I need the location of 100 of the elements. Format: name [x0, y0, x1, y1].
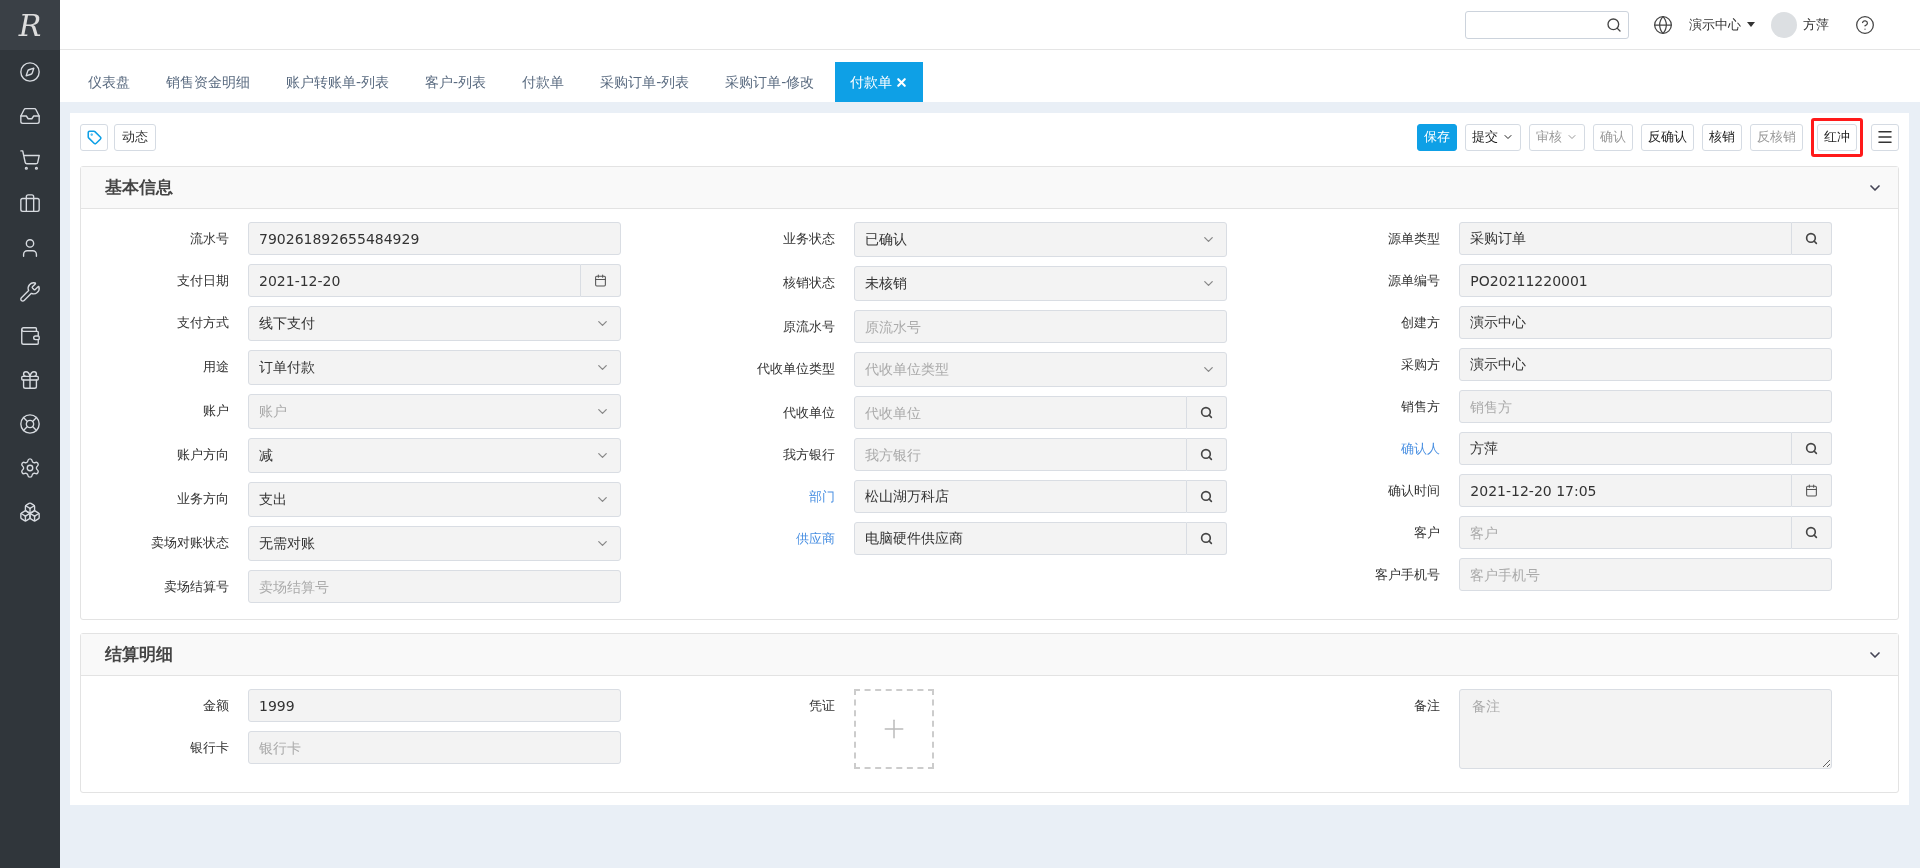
field-label: 账户 — [203, 402, 229, 420]
input-field[interactable]: PO20211220001 — [1459, 264, 1833, 297]
select-field[interactable]: 减 — [248, 438, 621, 473]
notes-field[interactable]: 备注 — [1459, 689, 1833, 769]
field-label: 核销状态 — [782, 274, 835, 292]
field-label: 确认时间 — [1388, 482, 1441, 500]
select-value: 减 — [259, 446, 273, 465]
input-field[interactable]: 2021-12-20 — [248, 264, 581, 297]
select-field[interactable]: 未核销 — [853, 266, 1227, 301]
globe-icon[interactable] — [1653, 14, 1673, 35]
select-field[interactable]: 订单付款 — [248, 350, 621, 385]
close-icon[interactable] — [895, 75, 909, 89]
tab[interactable]: 采购订单-修改 — [710, 62, 830, 102]
input-field[interactable]: 松山湖万科店 — [853, 480, 1187, 513]
field-label: 代收单位 — [782, 404, 835, 422]
field-label: 客户手机号 — [1375, 566, 1441, 584]
field-label: 创建方 — [1401, 314, 1441, 332]
select-field[interactable]: 无需对账 — [248, 526, 621, 561]
search-button[interactable] — [1186, 396, 1227, 429]
search-button[interactable] — [1186, 522, 1227, 555]
select-field[interactable]: 支出 — [248, 482, 621, 517]
input-field[interactable]: 1999 — [248, 689, 621, 722]
input-field[interactable]: 采购订单 — [1459, 222, 1793, 255]
input-field[interactable]: 卖场结算号 — [248, 570, 621, 603]
select-value: 代收单位类型 — [864, 360, 949, 379]
tag-button[interactable] — [80, 123, 108, 151]
tag-icon — [86, 129, 102, 145]
search-button[interactable] — [1792, 222, 1833, 255]
select-value: 订单付款 — [259, 358, 315, 377]
input-field[interactable]: 客户 — [1459, 516, 1793, 549]
search-icon — [1199, 448, 1213, 461]
search-icon — [1805, 442, 1819, 455]
tab[interactable]: 采购订单-列表 — [585, 62, 705, 102]
field-label: 金额 — [203, 697, 229, 715]
search-button[interactable] — [1792, 516, 1833, 549]
input-field[interactable]: 电脑硬件供应商 — [853, 522, 1187, 555]
input-field[interactable]: 2021-12-20 17:05 — [1459, 474, 1793, 507]
calendar-icon — [594, 274, 607, 287]
field-label: 源单编号 — [1388, 272, 1441, 290]
select-value: 账户 — [259, 402, 287, 421]
input-field[interactable]: 代收单位 — [853, 396, 1187, 429]
field-label: 账户方向 — [177, 446, 229, 464]
activity-button[interactable]: 动态 — [114, 123, 156, 151]
select-value: 未核销 — [864, 274, 907, 293]
section-title: 基本信息 — [105, 175, 173, 199]
toolbar-button[interactable]: 红冲 — [1817, 123, 1857, 151]
select-field[interactable]: 线下支付 — [248, 306, 621, 341]
toolbar-button[interactable]: 提交 — [1465, 123, 1521, 151]
calendar-button[interactable] — [581, 264, 621, 297]
user-name[interactable]: 方萍 — [1803, 14, 1829, 35]
select-value: 无需对账 — [259, 534, 315, 553]
tab[interactable]: 仪表盘 — [73, 62, 145, 102]
help-icon[interactable] — [1855, 14, 1875, 35]
tab[interactable]: 销售资金明细 — [151, 62, 265, 102]
section-header[interactable]: 基本信息 — [81, 167, 1898, 209]
toolbar-button[interactable]: 反确认 — [1641, 123, 1694, 151]
search-icon — [1606, 16, 1622, 33]
search-button[interactable] — [1792, 432, 1833, 465]
select-field[interactable]: 已确认 — [853, 222, 1227, 257]
search-icon — [1199, 532, 1213, 545]
field-label: 采购方 — [1401, 356, 1441, 374]
field-label: 用途 — [203, 358, 229, 376]
org-dropdown[interactable]: 演示中心 — [1689, 14, 1755, 35]
field-label: 销售方 — [1401, 398, 1441, 416]
section-title: 结算明细 — [105, 642, 173, 666]
search-button[interactable] — [1186, 480, 1227, 513]
search-icon — [1199, 406, 1213, 419]
select-value: 已确认 — [864, 230, 907, 249]
field-label: 银行卡 — [190, 739, 229, 757]
toolbar-button[interactable]: 核销 — [1702, 123, 1742, 151]
field-label: 支付方式 — [177, 314, 229, 332]
field-label-link[interactable]: 部门 — [808, 487, 835, 507]
tab[interactable]: 付款单 — [507, 62, 580, 102]
tab[interactable]: 客户-列表 — [410, 62, 502, 102]
input-field[interactable]: 银行卡 — [248, 731, 621, 764]
input-field[interactable]: 演示中心 — [1459, 306, 1833, 339]
field-label: 业务状态 — [782, 230, 835, 248]
field-label: 客户 — [1414, 524, 1441, 542]
field-label: 原流水号 — [782, 318, 835, 336]
section-header[interactable]: 结算明细 — [81, 634, 1898, 676]
menu-button[interactable] — [1871, 123, 1899, 151]
field-label: 支付日期 — [177, 272, 229, 290]
input-field[interactable]: 演示中心 — [1459, 348, 1833, 381]
field-label: 卖场结算号 — [164, 578, 229, 596]
calendar-icon — [1805, 484, 1819, 497]
calendar-button[interactable] — [1792, 474, 1833, 507]
field-label: 凭证 — [808, 697, 835, 715]
search-icon — [1805, 526, 1819, 539]
input-field[interactable]: 790261892655484929 — [248, 222, 621, 255]
search-button[interactable] — [1186, 438, 1227, 471]
input-field[interactable]: 客户手机号 — [1459, 558, 1833, 591]
input-field[interactable]: 我方银行 — [853, 438, 1187, 471]
caret-icon — [1747, 22, 1755, 27]
input-field[interactable]: 销售方 — [1459, 390, 1833, 423]
search-field[interactable] — [1465, 10, 1629, 39]
search-icon — [1199, 490, 1213, 503]
tab[interactable]: 账户转账单-列表 — [271, 62, 405, 102]
input-field[interactable]: 方萍 — [1459, 432, 1793, 465]
menu-icon — [1876, 128, 1894, 146]
input-field[interactable]: 原流水号 — [853, 310, 1227, 343]
